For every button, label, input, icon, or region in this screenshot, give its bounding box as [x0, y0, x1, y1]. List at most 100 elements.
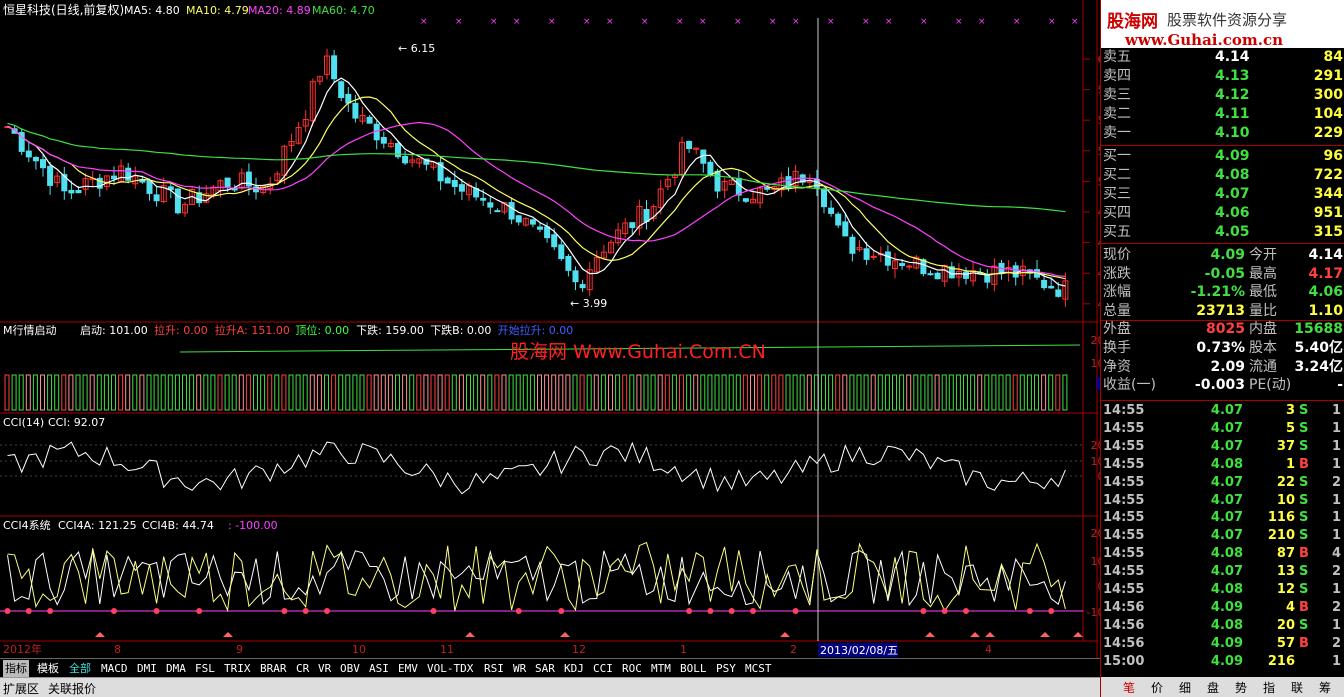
ind3-dot	[941, 608, 948, 614]
ind1-bar	[757, 374, 763, 411]
quote-cell: -1.21%	[1190, 284, 1245, 301]
indicator-tab[interactable]: CR	[294, 660, 311, 677]
ind3-dot	[920, 608, 927, 614]
ind1-bar	[771, 374, 777, 411]
indicator-tab[interactable]: CCI	[591, 660, 615, 677]
ind1-axis-label: 100.0	[1091, 357, 1101, 370]
indicator-tab[interactable]: FSL	[193, 660, 217, 677]
ind1-bar	[458, 374, 464, 411]
chart-title: 恒星科技(日线,前复权)	[3, 2, 124, 17]
tick-cell: 14:56	[1103, 635, 1145, 651]
row-volume: 96	[1323, 148, 1343, 164]
indicator-tab[interactable]: SAR	[533, 660, 557, 677]
indicator-tab[interactable]: 全部	[67, 660, 93, 677]
tick-row: 14:55 4.07 37 S 1	[1101, 438, 1344, 456]
candle-body	[174, 188, 181, 214]
candle-body	[558, 244, 565, 260]
indicator-tab[interactable]: ROC	[620, 660, 644, 677]
indicator-tab[interactable]: RSI	[482, 660, 506, 677]
candle-body	[643, 209, 650, 223]
ind1-bar	[423, 374, 429, 411]
tick-cell: 3	[1285, 403, 1295, 418]
indicator-tab[interactable]: PSY	[714, 660, 738, 677]
row-label: 卖四	[1103, 68, 1131, 84]
bottom-tab[interactable]: 关联报价	[48, 680, 96, 697]
signal-mark: ×	[1071, 17, 1079, 27]
ind1-bar	[494, 374, 500, 411]
right-tab[interactable]: 细	[1179, 679, 1191, 696]
indicator-tab[interactable]: BOLL	[678, 660, 709, 677]
ind1-bar	[1005, 374, 1011, 411]
indicator-tab[interactable]: ASI	[367, 660, 391, 677]
right-tab[interactable]: 筹	[1319, 679, 1331, 696]
indicator-tab[interactable]: MCST	[743, 660, 774, 677]
row-label: 卖二	[1103, 106, 1131, 122]
row-volume: 291	[1313, 68, 1343, 84]
ind1-bar	[508, 374, 514, 411]
bottom-tab[interactable]: 扩展区	[3, 680, 39, 697]
indicator-tab[interactable]: 模板	[35, 660, 61, 677]
ind1-bar	[821, 374, 826, 411]
ind1-bar	[89, 374, 95, 411]
quote-cell: PE(动)	[1249, 377, 1292, 394]
ind1-value: 顶位: 0.00	[295, 323, 349, 337]
ind1-bar	[153, 374, 159, 411]
indicator-tab[interactable]: BRAR	[258, 660, 289, 677]
right-tab[interactable]: 盘	[1207, 679, 1219, 696]
indicator-tab[interactable]: WR	[511, 660, 528, 677]
tick-cell: S	[1299, 420, 1309, 436]
tick-cell: 210	[1267, 528, 1295, 544]
tick-cell: 10	[1276, 492, 1295, 508]
indicator-tab[interactable]: KDJ	[562, 660, 586, 677]
right-tab[interactable]: 笔	[1123, 679, 1135, 696]
ind1-bars	[4, 374, 1068, 411]
row-volume: 315	[1313, 224, 1343, 240]
tick-cell: S	[1299, 528, 1309, 544]
ind1-bar	[1019, 374, 1025, 411]
ind3-arrow	[780, 632, 790, 637]
ind1-bar	[1034, 374, 1039, 411]
right-tab[interactable]: 势	[1235, 679, 1247, 696]
indicator-tab[interactable]: DMA	[164, 660, 188, 677]
candle-body	[47, 165, 54, 186]
right-tab[interactable]: 价	[1151, 679, 1163, 696]
price-high-label: ← 6.15	[398, 42, 435, 55]
indicator-tab[interactable]: OBV	[338, 660, 362, 677]
right-tab[interactable]: 指	[1263, 679, 1275, 696]
ind3-dot	[686, 608, 693, 614]
quote-cell: 4.17	[1308, 265, 1343, 282]
tick-cell: B	[1299, 635, 1309, 651]
ind1-bar	[593, 374, 599, 411]
right-tab[interactable]: 联	[1291, 679, 1303, 696]
ind1-value: 拉升: 0.00	[154, 323, 208, 337]
quote-cell: 2.09	[1210, 358, 1245, 375]
candle-body	[920, 259, 927, 275]
ind1-bar	[572, 374, 578, 411]
indicator-tab[interactable]: 指标	[3, 660, 29, 677]
ind1-axis-label: 200.0	[1091, 334, 1101, 347]
indicator-tab[interactable]: TRIX	[222, 660, 253, 677]
quote-cell: 最低	[1249, 284, 1277, 301]
indicator-tab[interactable]: MACD	[99, 660, 130, 677]
signal-mark: ×	[978, 17, 986, 27]
candle-body	[75, 189, 82, 194]
quote-cell: 4.09	[1210, 247, 1245, 263]
kline-chart-area[interactable]: 6.005.755.505.255.004.754.504.254.00恒星科技…	[0, 0, 1100, 658]
indicator-tab[interactable]: EMV	[396, 660, 420, 677]
ind1-bar	[714, 374, 720, 411]
cci4a-line	[7, 541, 1066, 613]
tick-cell: B	[1299, 546, 1309, 562]
indicator-tab[interactable]: VOL-TDX	[425, 660, 475, 677]
ind1-bar	[380, 374, 386, 411]
signal-mark: ×	[606, 17, 614, 27]
ind1-bar	[466, 374, 471, 411]
ind3-dot	[281, 608, 288, 614]
indicator-tab[interactable]: DMI	[135, 660, 159, 677]
indicator-tab[interactable]: VR	[316, 660, 333, 677]
indicator-tab[interactable]: MTM	[649, 660, 673, 677]
ind1-bar	[977, 374, 983, 411]
row-volume: 300	[1313, 87, 1343, 103]
ind1-bar	[892, 374, 897, 411]
ind1-bar	[103, 374, 109, 411]
candle-body	[125, 167, 132, 181]
